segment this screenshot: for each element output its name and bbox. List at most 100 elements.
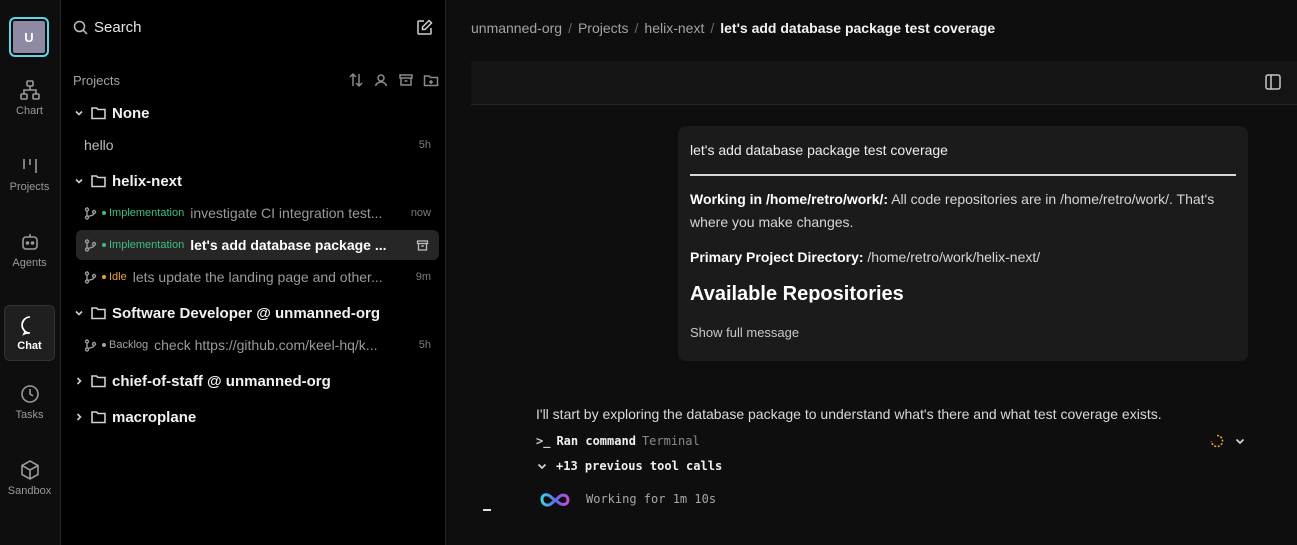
chat-time: 5h	[418, 139, 431, 151]
archive-chat-icon[interactable]	[416, 239, 429, 252]
branch-icon	[84, 206, 97, 220]
projects-icon	[19, 155, 41, 177]
chevron-down-icon[interactable]	[1234, 435, 1246, 447]
status-badge: Idle	[102, 271, 127, 283]
chevron-down-icon[interactable]	[71, 308, 87, 318]
breadcrumb-current: let's add database package test coverage	[720, 20, 996, 36]
chat-icon	[19, 314, 41, 336]
chevron-right-icon[interactable]	[71, 412, 87, 422]
rail-label-chat: Chat	[17, 340, 42, 352]
chevron-down-icon[interactable]	[71, 176, 87, 186]
breadcrumb-separator: /	[634, 20, 639, 36]
search-icon	[73, 20, 88, 35]
archive-icon[interactable]	[398, 72, 414, 88]
terminal-icon: >_	[536, 434, 551, 448]
status-badge: Backlog	[102, 339, 148, 351]
tool-call-row[interactable]: >_ Ran command Terminal	[536, 432, 1246, 450]
branch-icon	[84, 270, 97, 284]
working-status: Working for 1m 10s	[586, 492, 717, 506]
working-indicator: Working for 1m 10s	[536, 487, 716, 511]
branch-icon	[84, 338, 97, 352]
folder-software-developer[interactable]: Software Developer @ unmanned-org	[71, 299, 439, 327]
branch-icon	[84, 238, 97, 252]
folder-name: helix-next	[112, 172, 183, 190]
folder-none[interactable]: None	[71, 99, 439, 127]
breadcrumb: unmanned-org / Projects / helix-next / l…	[471, 20, 995, 36]
chat-toolbar	[471, 61, 1297, 105]
rail-label-sandbox: Sandbox	[7, 485, 52, 497]
user-filter-icon[interactable]	[373, 72, 389, 88]
rail-label-agents: Agents	[12, 257, 47, 269]
rail-label-projects: Projects	[9, 181, 50, 193]
folder-icon	[91, 306, 106, 320]
folder-chief-of-staff[interactable]: chief-of-staff @ unmanned-org	[71, 367, 439, 395]
chat-title: check https://github.com/keel-hq/k...	[154, 337, 378, 353]
agents-icon	[19, 231, 41, 253]
status-badge: Implementation	[102, 207, 184, 219]
chat-title: investigate CI integration test...	[190, 205, 383, 221]
search-bar[interactable]: Search	[73, 14, 433, 40]
chat-title: lets update the landing page and other..…	[132, 269, 383, 285]
user-avatar[interactable]: U	[9, 17, 49, 57]
folder-name: Software Developer @ unmanned-org	[112, 304, 381, 322]
breadcrumb-org[interactable]: unmanned-org	[471, 20, 562, 36]
chat-title: hello	[84, 137, 114, 153]
folder-macroplane[interactable]: macroplane	[71, 403, 439, 431]
user-message: let's add database package test coverage…	[678, 126, 1248, 361]
clock-icon	[19, 383, 41, 405]
chat-item-hello[interactable]: hello 5h	[76, 130, 439, 160]
chat-time: 9m	[415, 271, 431, 283]
previous-tool-calls-toggle[interactable]: +13 previous tool calls	[536, 459, 722, 473]
breadcrumb-projects[interactable]: Projects	[578, 20, 629, 36]
previous-tool-calls-label: +13 previous tool calls	[556, 459, 723, 473]
infinity-loader-icon	[536, 487, 574, 511]
breadcrumb-separator: /	[710, 20, 715, 36]
rail-item-chart[interactable]: Chart	[4, 70, 55, 126]
message-primary-dir: Primary Project Directory: /home/retro/w…	[690, 249, 1041, 265]
sort-icon[interactable]	[348, 72, 364, 88]
new-folder-icon[interactable]	[423, 72, 439, 88]
projects-header-label: Projects	[73, 72, 120, 88]
rail-item-chat[interactable]: Chat	[4, 305, 55, 361]
tool-action: Ran command	[556, 434, 636, 448]
chat-item-keel[interactable]: Backlog check https://github.com/keel-hq…	[76, 330, 439, 360]
message-working-dir: Working in /home/retro/work/: All code r…	[690, 191, 1215, 230]
assistant-reply: I'll start by exploring the database pac…	[536, 406, 1162, 422]
spinner-icon	[1210, 434, 1224, 448]
folder-icon	[91, 174, 106, 188]
chat-item-db[interactable]: Implementation let's add database packag…	[76, 230, 439, 260]
chat-title: let's add database package ...	[190, 237, 387, 253]
sidebar: Search Projects None hello 5h helix-next…	[61, 0, 446, 545]
breadcrumb-separator: /	[568, 20, 572, 36]
input-cursor	[483, 509, 491, 511]
chevron-right-icon[interactable]	[71, 376, 87, 386]
folder-name: macroplane	[112, 408, 197, 426]
rail-item-sandbox[interactable]: Sandbox	[4, 450, 55, 506]
toggle-panel-icon[interactable]	[1264, 73, 1282, 91]
folder-icon	[91, 106, 106, 120]
rail-label-tasks: Tasks	[15, 409, 44, 421]
rail-label-chart: Chart	[16, 105, 43, 117]
chat-time: 5h	[418, 339, 431, 351]
rail-item-agents[interactable]: Agents	[4, 222, 55, 278]
show-full-message-button[interactable]: Show full message	[690, 325, 799, 340]
search-label: Search	[94, 18, 142, 36]
tool-kind: Terminal	[641, 434, 700, 448]
main-panel: unmanned-org / Projects / helix-next / l…	[446, 0, 1297, 545]
folder-name: chief-of-staff @ unmanned-org	[112, 372, 331, 390]
chat-item-landing[interactable]: Idle lets update the landing page and ot…	[76, 262, 439, 292]
chevron-down-icon	[536, 460, 548, 472]
chat-item-ci[interactable]: Implementation investigate CI integratio…	[76, 198, 439, 228]
chevron-down-icon[interactable]	[71, 108, 87, 118]
rail-item-tasks[interactable]: Tasks	[4, 374, 55, 430]
message-section-heading: Available Repositories	[690, 283, 904, 303]
breadcrumb-project[interactable]: helix-next	[644, 20, 704, 36]
chart-icon	[19, 79, 41, 101]
message-title: let's add database package test coverage	[690, 142, 1236, 176]
rail-item-projects[interactable]: Projects	[4, 146, 55, 202]
cube-icon	[19, 459, 41, 481]
chat-time: now	[410, 207, 431, 219]
app-rail: U Chart Projects Agents Chat Tasks Sandb…	[0, 0, 61, 545]
folder-helix-next[interactable]: helix-next	[71, 167, 439, 195]
new-chat-icon[interactable]	[416, 18, 433, 36]
